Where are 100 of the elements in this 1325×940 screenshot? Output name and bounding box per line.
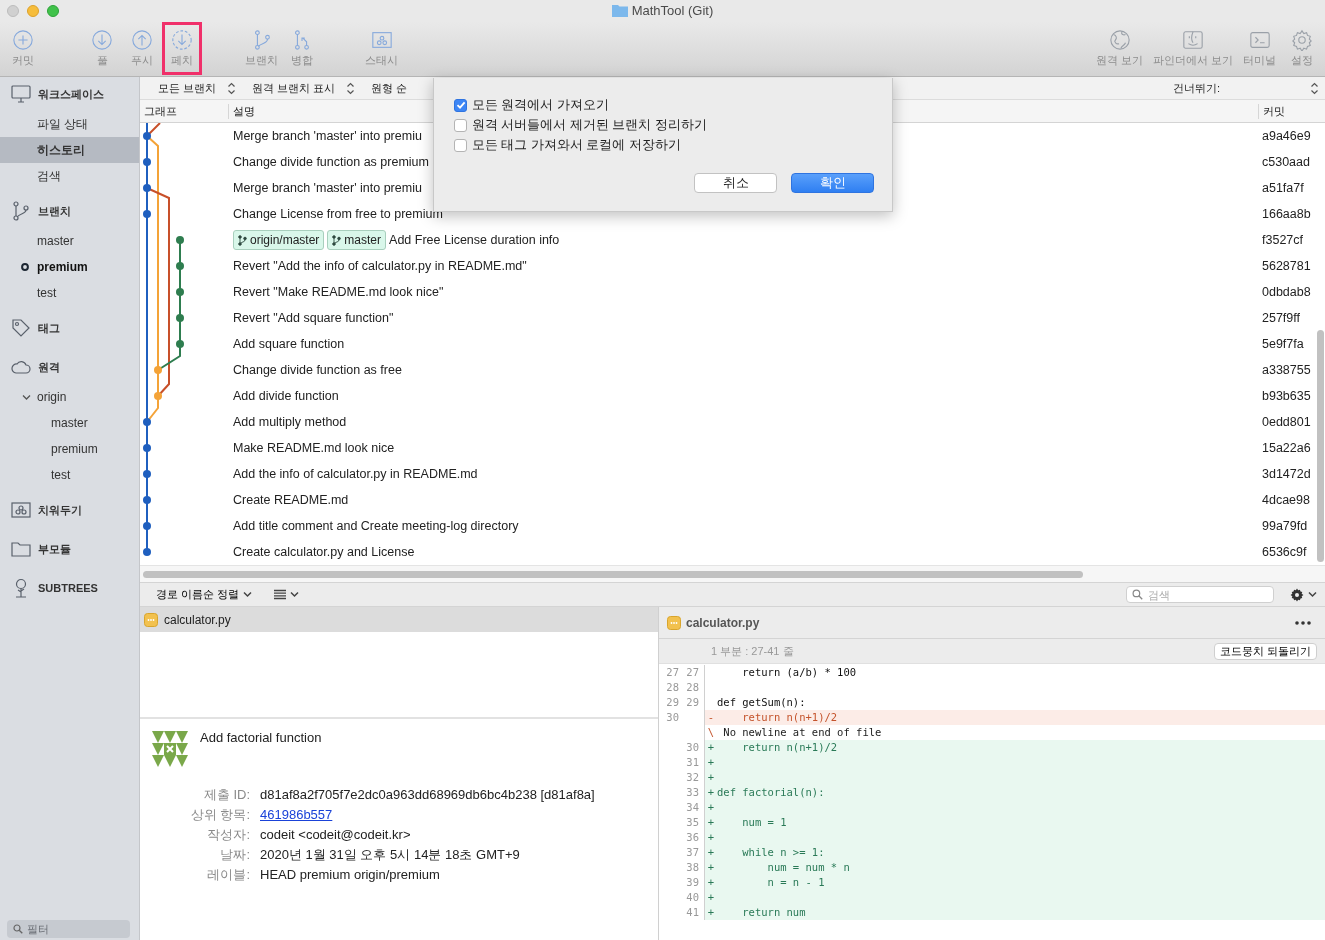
- diff-marker: \: [706, 725, 716, 740]
- sidebar-section-header[interactable]: 부모듈: [0, 532, 139, 566]
- sidebar-section-header[interactable]: SUBTREES: [0, 571, 139, 605]
- diff-marker: -: [706, 710, 716, 725]
- commit-message: Add multiply method: [233, 415, 347, 429]
- filter-field[interactable]: 필터: [7, 920, 130, 938]
- sidebar-item[interactable]: premium: [0, 254, 139, 280]
- dropdown[interactable]: 모든 브랜치: [152, 80, 243, 96]
- diff-marker: +: [706, 830, 716, 845]
- sort-dropdown[interactable]: 경로 이름순 정렬: [150, 587, 259, 602]
- sidebar-item[interactable]: test: [0, 462, 139, 488]
- commit-hash: b93b635: [1261, 389, 1312, 403]
- commit-hash: 15a22a6: [1261, 441, 1312, 455]
- commit-node: [176, 340, 184, 348]
- commit-message: Create calculator.py and License: [233, 545, 415, 559]
- close-button[interactable]: [7, 5, 19, 17]
- sidebar-item[interactable]: 파일 상태: [0, 111, 139, 137]
- commit-message: Change divide function as free: [233, 363, 402, 377]
- search-icon: [13, 924, 23, 934]
- sidebar-item[interactable]: master: [0, 410, 139, 436]
- sidebar-section-header[interactable]: 워크스페이스: [0, 77, 139, 111]
- sidebar-item[interactable]: 히스토리: [0, 137, 139, 163]
- line-number: 33: [685, 785, 699, 800]
- more-button[interactable]: [1295, 620, 1311, 625]
- sidebar-item[interactable]: origin: [0, 384, 139, 410]
- commit-node: [176, 288, 184, 296]
- code-line: return (a/b) * 100: [741, 665, 857, 680]
- commit-message: Add title comment and Create meeting-log directory: [233, 519, 519, 533]
- sidebar-section-header[interactable]: 원격: [0, 350, 139, 384]
- column-header[interactable]: 그래프: [140, 103, 228, 119]
- finder-icon: [1182, 29, 1205, 51]
- sidebar-section-header[interactable]: 태그: [0, 311, 139, 345]
- commit-message: Merge branch 'master' into premiu: [233, 129, 422, 143]
- commit-node: [143, 548, 151, 556]
- scrollbar-thumb[interactable]: [1317, 330, 1324, 562]
- revert-hunk-button[interactable]: 코드뭉치 되돌리기: [1213, 642, 1317, 660]
- line-number: 29: [685, 695, 699, 710]
- line-number: 28: [685, 680, 699, 695]
- code-line: num = num * n: [766, 860, 850, 875]
- window-title: MathTool (Git): [631, 3, 714, 18]
- commit-node: [143, 132, 151, 140]
- up-down-chevron-icon: [227, 81, 237, 95]
- globe-icon: [1108, 29, 1131, 51]
- commit-message: Change divide function as premium: [233, 155, 429, 169]
- commit-hash: 0edd801: [1261, 415, 1312, 429]
- checkbox[interactable]: [454, 98, 467, 112]
- sidebar-item[interactable]: premium: [0, 436, 139, 462]
- jump-dropdown[interactable]: 건너뛰기:: [1167, 80, 1325, 96]
- scrollbar-thumb[interactable]: [143, 570, 1083, 578]
- commit-message: Create README.md: [233, 493, 349, 507]
- sidebar-section-header[interactable]: 치워두기: [0, 493, 139, 527]
- folder-icon: [611, 4, 628, 17]
- branch-icon: [238, 234, 247, 246]
- dropdown[interactable]: 원격 브랜치 표시: [246, 80, 362, 96]
- menu-button[interactable]: 원형 순: [365, 80, 414, 96]
- line-number: 39: [685, 875, 699, 890]
- file-row[interactable]: calculator.py: [140, 607, 658, 632]
- search-icon: [1132, 589, 1143, 600]
- branch-name: origin/master: [250, 233, 320, 247]
- sidebar-item[interactable]: test: [0, 280, 139, 306]
- line-number: 38: [685, 860, 699, 875]
- line-number: 30: [685, 740, 699, 755]
- commit-node: [143, 444, 151, 452]
- commit-message: Add Free License duration info: [389, 233, 560, 247]
- column-header[interactable]: 커밋: [1258, 103, 1316, 119]
- line-number: 29: [665, 695, 679, 710]
- checkbox[interactable]: [454, 138, 467, 152]
- line-number: 27: [685, 665, 699, 680]
- chevron-down-icon: [1308, 591, 1317, 598]
- field-label: 레이블:: [206, 867, 250, 883]
- search-field[interactable]: 검색: [1126, 586, 1274, 603]
- sidebar-item[interactable]: 검색: [0, 163, 139, 189]
- commit-hash: 5e9f7fa: [1261, 337, 1305, 351]
- disclosure-chevron-icon[interactable]: [22, 392, 31, 402]
- commit-message: Add factorial function: [200, 730, 322, 745]
- commit-node: [143, 158, 151, 166]
- terminal-icon: [1248, 29, 1271, 51]
- line-number: 41: [685, 905, 699, 920]
- monitor-icon: [11, 84, 31, 104]
- diff-marker: +: [706, 890, 716, 905]
- commit-node: [143, 418, 151, 426]
- sidebar-section-header[interactable]: 브랜치: [0, 194, 139, 228]
- commit-node: [176, 262, 184, 270]
- checkbox[interactable]: [454, 118, 467, 132]
- line-number: 36: [685, 830, 699, 845]
- folder-icon: [11, 539, 31, 559]
- commit-node: [143, 496, 151, 504]
- zoom-button[interactable]: [47, 5, 59, 17]
- checkbox-label: 모든 태그 가져와서 로컬에 저장하기: [472, 136, 681, 154]
- cancel-button[interactable]: 취소: [694, 173, 777, 193]
- plus-circle-icon: [12, 29, 34, 51]
- minimize-button[interactable]: [27, 5, 39, 17]
- commit-node: [176, 236, 184, 244]
- up-down-chevron-icon: [1310, 81, 1319, 95]
- commit-hash: a51fa7f: [1261, 181, 1305, 195]
- field-value: 2020년 1월 31일 오후 5시 14분 18초 GMT+9: [260, 847, 521, 863]
- commit-message: Add square function: [233, 337, 345, 351]
- sidebar-item[interactable]: master: [0, 228, 139, 254]
- parent-commit-link[interactable]: 461986b557: [260, 807, 333, 823]
- commit-node: [143, 210, 151, 218]
